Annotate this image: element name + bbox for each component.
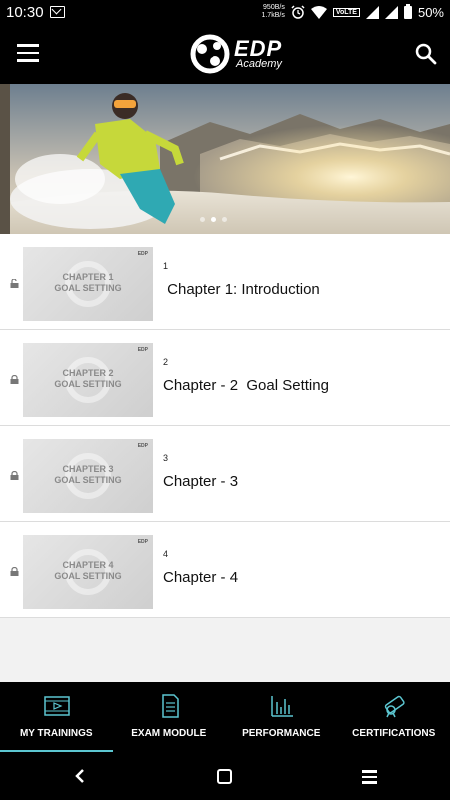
network-speed: 950B/s 1.7kB/s (261, 4, 284, 20)
mail-icon (49, 6, 65, 18)
nav-my-trainings[interactable]: MY TRAININGS (0, 682, 113, 752)
thumbnail-chapter: CHAPTER 1 (62, 272, 114, 282)
wifi-icon (310, 5, 327, 19)
thumbnail-chapter: CHAPTER 3 (62, 464, 114, 474)
lock-icon (10, 375, 19, 384)
nav-label: PERFORMANCE (242, 728, 321, 739)
volte-badge: VoLTE (332, 7, 360, 17)
thumbnail-chapter: CHAPTER 2 (62, 368, 114, 378)
nav-certifications[interactable]: CERTIFICATIONS (338, 682, 450, 752)
carousel-dots[interactable] (200, 217, 227, 222)
chapter-title[interactable]: Chapter - 3 (163, 473, 238, 490)
thumbnail-topic: GOAL SETTING (54, 379, 122, 389)
chapter-thumbnail[interactable]: EDP CHAPTER 3 GOAL SETTING (23, 439, 153, 513)
chapter-title[interactable]: Chapter 1: Introduction (163, 281, 320, 298)
chapter-thumbnail[interactable]: EDP CHAPTER 2 GOAL SETTING (23, 343, 153, 417)
chapter-thumbnail[interactable]: EDP CHAPTER 1 GOAL SETTING (23, 247, 153, 321)
bar-chart-icon (271, 696, 293, 717)
chapter-number: 1 (163, 261, 169, 271)
document-icon (161, 694, 179, 718)
chapter-list: EDP CHAPTER 1 GOAL SETTING 1 Chapter 1: … (0, 234, 450, 618)
thumbnail-logo: EDP (137, 443, 148, 449)
thumbnail-logo: EDP (137, 539, 148, 545)
thumbnail-logo: EDP (137, 347, 148, 353)
battery-percent: 50% (417, 4, 444, 20)
app-header: EDP Academy (0, 24, 450, 84)
nav-label: EXAM MODULE (131, 728, 207, 739)
net-speed-up: 950B/s (263, 4, 285, 11)
video-icon (44, 696, 70, 716)
thumbnail-topic: GOAL SETTING (54, 283, 122, 293)
chapter-number: 2 (163, 357, 169, 367)
thumbnail-caption: CHAPTER 4 GOAL SETTING (23, 560, 153, 582)
lock-icon (10, 471, 19, 480)
bottom-nav: MY TRAININGS EXAM MODULE PERFORMANCE CER… (0, 682, 450, 752)
signal-icon (365, 5, 379, 19)
chapter-row[interactable]: EDP CHAPTER 1 GOAL SETTING 1 Chapter 1: … (0, 234, 450, 330)
carousel-dot[interactable] (222, 217, 227, 222)
nav-label: MY TRAININGS (19, 728, 93, 739)
chapter-row[interactable]: EDP CHAPTER 3 GOAL SETTING 3 Chapter - 3 (0, 426, 450, 522)
chapter-number: 3 (163, 453, 169, 463)
menu-icon[interactable] (17, 44, 39, 62)
status-indicators: 950B/s 1.7kB/s VoLTE 50% (261, 3, 444, 20)
thumbnail-caption: CHAPTER 3 GOAL SETTING (23, 464, 153, 486)
edp-academy-logo: EDP Academy (190, 34, 290, 74)
nav-label: CERTIFICATIONS (352, 728, 436, 739)
banner-image (0, 84, 450, 234)
unlocked-icon (10, 279, 19, 288)
status-time: 10:30 (6, 3, 44, 21)
alarm-icon (291, 5, 305, 19)
recents-icon[interactable] (362, 770, 377, 784)
logo-mark-icon (190, 34, 230, 74)
chapter-title[interactable]: Chapter - 2 Goal Setting (163, 377, 329, 394)
thumbnail-caption: CHAPTER 1 GOAL SETTING (23, 272, 153, 294)
lock-icon (10, 567, 19, 576)
thumbnail-logo: EDP (137, 251, 148, 257)
thumbnail-topic: GOAL SETTING (54, 475, 122, 485)
chapter-row[interactable]: EDP CHAPTER 2 GOAL SETTING 2 Chapter - 2… (0, 330, 450, 426)
back-icon[interactable] (72, 768, 88, 784)
logo-subtitle: Academy (236, 58, 282, 70)
nav-exam-module[interactable]: EXAM MODULE (113, 682, 226, 752)
search-icon[interactable] (414, 42, 438, 66)
certificate-icon (384, 695, 405, 718)
nav-performance[interactable]: PERFORMANCE (225, 682, 338, 752)
status-bar: 10:30 950B/s 1.7kB/s VoLTE 50% (0, 0, 450, 24)
chapter-title[interactable]: Chapter - 4 (163, 569, 238, 586)
carousel-dot-active[interactable] (211, 217, 216, 222)
thumbnail-topic: GOAL SETTING (54, 571, 122, 581)
content-area: EDP CHAPTER 1 GOAL SETTING 1 Chapter 1: … (0, 234, 450, 682)
battery-icon (403, 3, 412, 19)
chapter-number: 4 (163, 549, 169, 559)
system-nav-bar (0, 752, 450, 800)
chapter-row[interactable]: EDP CHAPTER 4 GOAL SETTING 4 Chapter - 4 (0, 522, 450, 618)
thumbnail-chapter: CHAPTER 4 (62, 560, 114, 570)
carousel-dot[interactable] (200, 217, 205, 222)
thumbnail-caption: CHAPTER 2 GOAL SETTING (23, 368, 153, 390)
net-speed-down: 1.7kB/s (261, 12, 285, 19)
home-icon[interactable] (217, 769, 232, 784)
hero-banner[interactable] (0, 84, 450, 234)
signal-icon-2 (384, 5, 398, 19)
chapter-thumbnail[interactable]: EDP CHAPTER 4 GOAL SETTING (23, 535, 153, 609)
